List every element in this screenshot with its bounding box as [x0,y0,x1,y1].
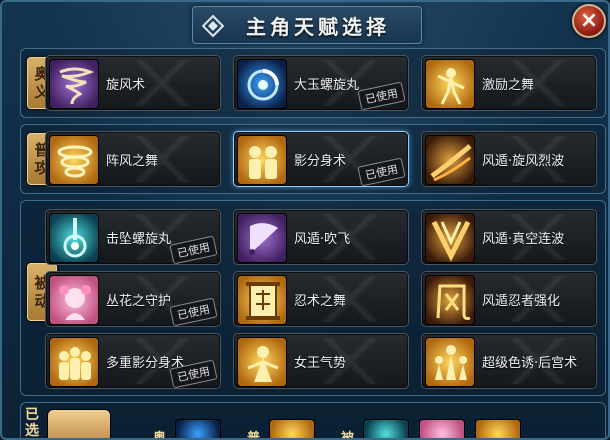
skill-card-multi-clone[interactable]: 多重影分身术 已使用 [45,333,221,389]
skill-card-shadow-clone[interactable]: 影分身术 已使用 [233,131,409,187]
skill-name: 大玉螺旋丸 [294,78,360,93]
falling-rasengan-icon [49,213,99,263]
section-normal: 普 攻 阵风之舞 影分身术 已使用 风遁·旋风烈波 [20,124,606,194]
close-button[interactable]: × [572,4,606,38]
skill-card-wind-wave[interactable]: 风遁·旋风烈波 [421,131,597,187]
dance-icon [425,59,475,109]
fan-icon [237,213,287,263]
multi-clone-icon [49,337,99,387]
flower-guard-icon[interactable] [419,419,465,438]
skill-card-rasengan[interactable]: 大玉螺旋丸 已使用 [233,55,409,111]
skill-name: 超级色诱·后宫术 [482,356,578,371]
chosen-label: 已 选 [25,407,39,439]
emblem-icon [201,14,225,38]
skill-name: 激励之舞 [482,78,535,93]
skill-card-tornado[interactable]: 旋风术 [45,55,221,111]
falling-rasengan-icon[interactable] [363,419,409,438]
title-bar: 主角天赋选择 [192,6,422,44]
harem-icon [425,337,475,387]
skill-card-vacuum-wave[interactable]: 风遁·真空连波 [421,209,597,265]
skill-name: 风遁忍者强化 [482,294,561,309]
skill-name: 女王气势 [294,356,347,371]
wind-wave-icon [425,135,475,185]
section-chosen: 已 选 奥 普 被 [20,402,606,440]
skill-name: 阵风之舞 [106,154,159,169]
avatar [47,409,111,438]
ninja-scroll-icon [237,275,287,325]
chosen-tag-passive: 被 [341,431,355,440]
shadow-clone-icon[interactable] [269,419,315,438]
skill-card-harem[interactable]: 超级色诱·后宫术 [421,333,597,389]
skill-card-fan[interactable]: 风遁·吹飞 [233,209,409,265]
chosen-tag-normal: 普 [247,431,261,440]
skill-card-queen[interactable]: 女王气势 [233,333,409,389]
gust-icon [49,135,99,185]
skill-name: 风遁·吹飞 [294,232,351,247]
skill-card-ninja-scroll[interactable]: 忍术之舞 [233,271,409,327]
skill-card-gust[interactable]: 阵风之舞 [45,131,221,187]
skill-card-falling-rasengan[interactable]: 击坠螺旋丸 已使用 [45,209,221,265]
skill-name: 击坠螺旋丸 [106,232,172,247]
skill-card-dance[interactable]: 激励之舞 [421,55,597,111]
skill-name: 风遁·真空连波 [482,232,565,247]
talent-panel: 主角天赋选择 × 奥 义 旋风术 大玉螺旋丸 已使用 激励之舞 普 攻 阵风之舞… [0,0,610,440]
flower-guard-icon [49,275,99,325]
multi-clone-icon[interactable] [475,419,521,438]
chosen-tag-ougi: 奥 [153,431,167,440]
shadow-clone-icon [237,135,287,185]
rasengan-icon[interactable] [175,419,221,438]
page-title: 主角天赋选择 [246,14,390,39]
section-passive: 被 动 击坠螺旋丸 已使用 风遁·吹飞 风遁·真空连波 丛花之守护 已使用 忍术… [20,200,606,396]
vacuum-wave-icon [425,213,475,263]
skill-card-flower-guard[interactable]: 丛花之守护 已使用 [45,271,221,327]
close-icon: × [579,8,599,33]
skill-name: 忍术之舞 [294,294,347,309]
skill-name: 风遁·旋风烈波 [482,154,565,169]
skill-name: 影分身术 [294,154,347,169]
section-ougi: 奥 义 旋风术 大玉螺旋丸 已使用 激励之舞 [20,48,606,118]
wind-kanji-icon [425,275,475,325]
queen-icon [237,337,287,387]
skill-name: 丛花之守护 [106,294,172,309]
skill-card-wind-kanji[interactable]: 风遁忍者强化 [421,271,597,327]
rasengan-icon [237,59,287,109]
skill-name: 旋风术 [106,78,146,93]
tornado-icon [49,59,99,109]
